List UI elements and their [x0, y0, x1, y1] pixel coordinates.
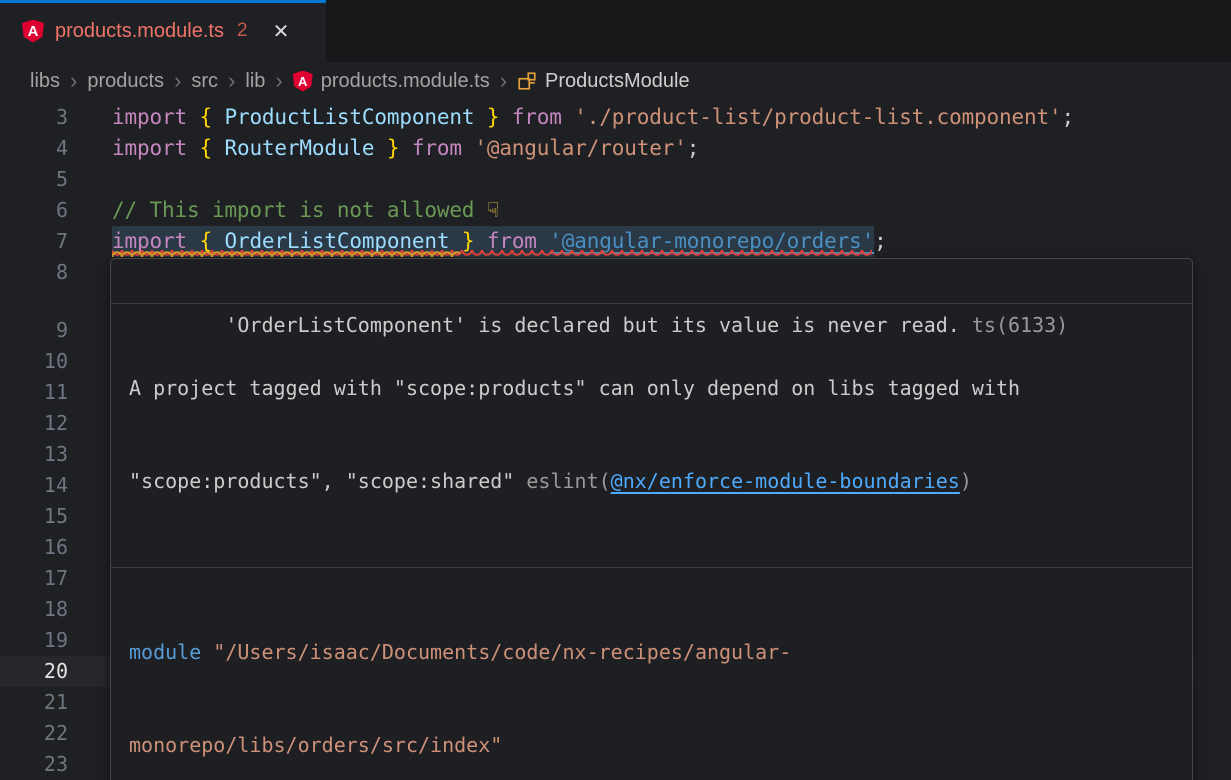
- code-token: from: [512, 105, 574, 129]
- angular-icon-letter: A: [28, 24, 39, 39]
- pointing-down-emoji: ☟: [487, 198, 500, 222]
- chevron-right-icon: ›: [68, 70, 79, 92]
- tab-title: products.module.ts: [55, 20, 224, 43]
- eslint-source-close: ): [960, 469, 972, 493]
- hover-ts-error: 'OrderListComponent' is declared but its…: [111, 259, 1192, 304]
- code-token: ProductListComponent: [224, 105, 474, 129]
- code-token: '@angular/router': [474, 136, 686, 160]
- line-number: 16: [0, 532, 68, 563]
- code-token: {: [199, 136, 224, 160]
- line-number: 17: [0, 563, 68, 594]
- line-number: 18: [0, 594, 68, 625]
- code-token: ;: [874, 229, 887, 253]
- breadcrumb: libs › products › src › lib › A products…: [0, 62, 1231, 100]
- angular-file-icon: A: [22, 20, 44, 43]
- line-number: 14: [0, 470, 68, 501]
- line-number: 12: [0, 408, 68, 439]
- code-token: import: [112, 136, 199, 160]
- chevron-right-icon: ›: [226, 70, 237, 92]
- editor[interactable]: 34567891011121314151617181920212223 impo…: [0, 100, 1231, 780]
- line-number: 19: [0, 625, 68, 656]
- breadcrumb-src[interactable]: src: [191, 70, 218, 93]
- breadcrumb-file[interactable]: products.module.ts: [321, 70, 490, 93]
- line-number: 7: [0, 226, 68, 257]
- code-token: {: [199, 105, 224, 129]
- code-token: // This import is not allowed: [112, 198, 487, 222]
- code-token: }: [374, 136, 411, 160]
- line-number: 9: [0, 315, 68, 346]
- line-number: 10: [0, 346, 68, 377]
- code-line[interactable]: import { RouterModule } from '@angular/r…: [112, 133, 699, 164]
- ts-error-code: ts(6133): [960, 313, 1068, 337]
- line-number: 6: [0, 195, 68, 226]
- code-token: }: [474, 105, 511, 129]
- chevron-right-icon: ›: [498, 70, 509, 92]
- angular-file-icon: A: [293, 71, 313, 92]
- chevron-right-icon: ›: [273, 70, 284, 92]
- line-number: 23: [0, 749, 68, 780]
- vscode-window: A products.module.ts 2 ✕ libs › products…: [0, 0, 1231, 780]
- line-number: 8: [0, 257, 68, 288]
- chevron-right-icon: ›: [172, 70, 183, 92]
- module-info-line1: module "/Users/isaac/Documents/code/nx-r…: [129, 637, 1174, 668]
- code-token: RouterModule: [224, 136, 374, 160]
- line-number: 15: [0, 501, 68, 532]
- code-token: './product-list/product-list.component': [574, 105, 1061, 129]
- eslint-message-line1: A project tagged with "scope:products" c…: [129, 373, 1174, 404]
- warning-squiggle: [112, 250, 460, 257]
- code-token: import: [112, 105, 199, 129]
- angular-icon-letter: A: [298, 75, 307, 88]
- code-token: from: [412, 136, 474, 160]
- line-number: 11: [0, 377, 68, 408]
- eslint-message-line2-text: "scope:products", "scope:shared": [129, 469, 526, 493]
- module-path-line1: "/Users/isaac/Documents/code/nx-recipes/…: [213, 640, 791, 664]
- line-number: 13: [0, 439, 68, 470]
- class-symbol-icon: [517, 71, 537, 91]
- close-icon[interactable]: ✕: [273, 19, 290, 44]
- eslint-rule-link[interactable]: @nx/enforce-module-boundaries: [611, 469, 960, 493]
- hover-module-info: module "/Users/isaac/Documents/code/nx-r…: [111, 568, 1192, 780]
- code-line[interactable]: // This import is not allowed ☟: [112, 195, 499, 226]
- line-number: 5: [0, 164, 68, 195]
- code-token: ;: [1062, 105, 1075, 129]
- tab-products-module[interactable]: A products.module.ts 2 ✕: [0, 0, 326, 62]
- error-hover-popup: 'OrderListComponent' is declared but its…: [110, 258, 1193, 780]
- line-number: 22: [0, 718, 68, 749]
- module-info-line2: monorepo/libs/orders/src/index": [129, 730, 1174, 761]
- code-token: ;: [687, 136, 700, 160]
- ts-error-message: 'OrderListComponent' is declared but its…: [225, 313, 960, 337]
- eslint-source-open: eslint(: [526, 469, 610, 493]
- line-number: 4: [0, 133, 68, 164]
- module-path-line2: monorepo/libs/orders/src/index": [129, 733, 502, 757]
- breadcrumb-products[interactable]: products: [87, 70, 164, 93]
- tab-bar: A products.module.ts 2 ✕: [0, 0, 1231, 62]
- line-number: 21: [0, 687, 68, 718]
- module-keyword: module: [129, 640, 213, 664]
- breadcrumb-lib[interactable]: lib: [245, 70, 265, 93]
- breadcrumb-symbol[interactable]: ProductsModule: [545, 70, 690, 93]
- line-number: 3: [0, 102, 68, 133]
- tab-problems-badge: 2: [237, 20, 248, 42]
- code-line[interactable]: import { ProductListComponent } from './…: [112, 102, 1074, 133]
- breadcrumb-libs[interactable]: libs: [30, 70, 60, 93]
- eslint-message-line2: "scope:products", "scope:shared" eslint(…: [129, 466, 1174, 497]
